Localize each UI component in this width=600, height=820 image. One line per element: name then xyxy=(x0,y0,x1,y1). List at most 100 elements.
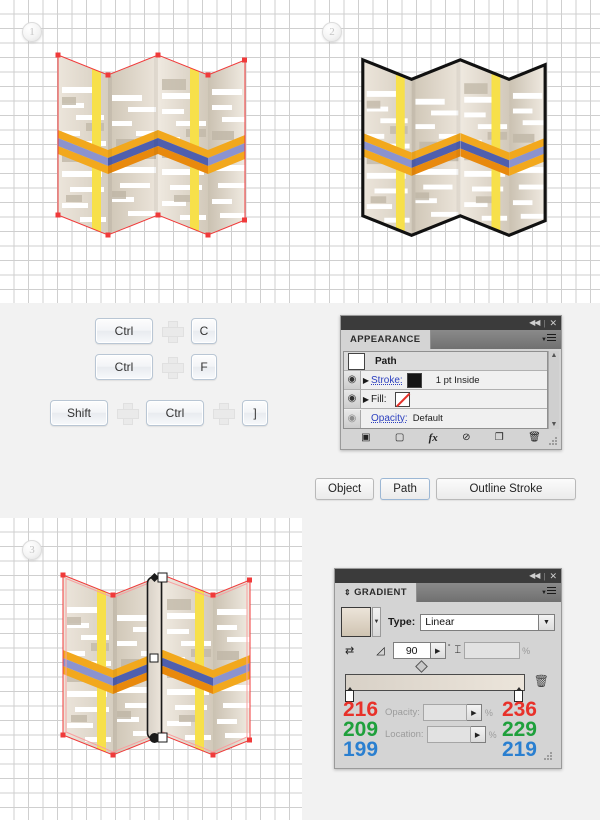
stroke-weight-value: 1 pt Inside xyxy=(435,374,480,386)
tabbar-filler: ▼ xyxy=(416,583,561,602)
object-button[interactable]: Object xyxy=(315,478,375,500)
stroke-label[interactable]: Stroke: xyxy=(371,375,403,386)
gradient-opacity-row: Opacity: ▶ % xyxy=(385,704,493,721)
gradient-ramp[interactable] xyxy=(345,674,525,691)
gradient-location-label: Location: xyxy=(385,729,424,740)
tab-appearance[interactable]: APPEARANCE xyxy=(341,330,431,349)
visibility-toggle-fill[interactable]: ◉ xyxy=(344,390,361,408)
key-ctrl[interactable]: Ctrl xyxy=(95,354,153,380)
delete-item-icon[interactable]: 🗑 xyxy=(528,433,541,443)
gradient-type-row: ▼ Type: Linear ▼ xyxy=(341,607,555,637)
resize-grip[interactable] xyxy=(549,437,558,446)
gradient-angle-input[interactable]: 90 xyxy=(392,642,431,659)
gradient-aspect-input[interactable] xyxy=(464,642,521,659)
gradient-tab-label: GRADIENT xyxy=(354,587,407,598)
gradient-type-value[interactable]: Linear xyxy=(420,613,539,631)
close-icon[interactable]: ✕ xyxy=(549,571,557,581)
path-swatch[interactable] xyxy=(348,352,365,370)
appearance-panel-body: Path ◉ ▶ Stroke: 1 pt Inside ◉ ▶ Fill: ◉… xyxy=(341,349,561,449)
gradient-opacity-stepper-icon[interactable]: ▶ xyxy=(466,704,482,721)
percent-symbol: % xyxy=(488,729,497,740)
percent-symbol: % xyxy=(522,645,531,656)
path-button[interactable]: Path xyxy=(380,478,430,500)
clear-appearance-icon[interactable]: ⊘ xyxy=(462,433,470,443)
key-ctrl[interactable]: Ctrl xyxy=(146,400,204,426)
reverse-gradient-icon[interactable]: ⇄ xyxy=(345,644,354,657)
collapse-icon[interactable]: ◀◀ xyxy=(529,319,540,327)
appearance-row-fill[interactable]: ◉ ▶ Fill: xyxy=(344,390,547,409)
add-new-stroke-icon[interactable]: ▣ xyxy=(361,433,370,443)
percent-symbol: % xyxy=(484,707,493,718)
panel-menu-icon[interactable]: ▼ xyxy=(541,334,557,345)
eye-icon: ◉ xyxy=(347,374,357,385)
appearance-row-opacity[interactable]: ◉ Opacity: Default xyxy=(344,409,547,428)
shortcut-row-bring-to-front: Shift Ctrl ] xyxy=(50,400,268,426)
gradient-location-stepper-icon[interactable]: ▶ xyxy=(470,726,486,743)
expand-arrow-icon[interactable]: ▶ xyxy=(361,376,371,385)
appearance-panel: ◀◀ | ✕ APPEARANCE ▼ Path ◉ ▶ Stroke: 1 p… xyxy=(340,315,562,450)
appearance-scrollbar[interactable]: ▲ ▼ xyxy=(548,351,559,429)
shortcut-row-paste-in-front: Ctrl F xyxy=(95,354,217,380)
gradient-angle-stepper-icon[interactable]: ▶ xyxy=(430,642,446,659)
step-badge-2: 2 xyxy=(322,22,342,42)
map-illustration-step1 xyxy=(50,45,250,250)
duplicate-item-icon[interactable]: ❐ xyxy=(495,433,504,443)
appearance-panel-tabbar: APPEARANCE ▼ xyxy=(341,330,561,349)
gradient-stop-details: Opacity: ▶ % Location: ▶ % 216 209 199 2… xyxy=(341,698,555,762)
outline-stroke-button[interactable]: Outline Stroke xyxy=(435,478,576,500)
plus-icon xyxy=(162,357,184,379)
scroll-up-icon[interactable]: ▲ xyxy=(551,352,558,359)
appearance-row-stroke[interactable]: ◉ ▶ Stroke: 1 pt Inside xyxy=(344,371,547,390)
visibility-toggle-opacity[interactable]: ◉ xyxy=(344,409,361,428)
opacity-value: Default xyxy=(412,413,443,424)
scroll-down-icon[interactable]: ▼ xyxy=(551,421,558,428)
angle-icon: ◿ xyxy=(376,645,385,657)
left-stop-red-value: 216 xyxy=(343,698,379,721)
appearance-panel-titlebar: ◀◀ | ✕ xyxy=(341,316,561,330)
fill-color-swatch[interactable] xyxy=(394,391,410,407)
right-stop-green-value: 229 xyxy=(501,718,537,741)
degree-symbol: ° xyxy=(447,643,451,651)
close-icon[interactable]: ✕ xyxy=(549,318,557,328)
opacity-label[interactable]: Opacity: xyxy=(371,413,408,424)
plus-icon xyxy=(213,403,235,425)
tab-gradient[interactable]: ⇕ GRADIENT xyxy=(335,583,417,602)
eye-icon: ◉ xyxy=(347,412,357,424)
gradient-preview-swatch[interactable] xyxy=(341,607,371,637)
right-stop-blue-value: 219 xyxy=(501,738,537,761)
gradient-slider[interactable]: 🗑 xyxy=(341,660,555,702)
key-right-bracket[interactable]: ] xyxy=(242,400,268,426)
gradient-angle-row: ⇄ ◿ 90 ▶ ° ⌶ % xyxy=(341,642,555,659)
key-shift[interactable]: Shift xyxy=(50,400,108,426)
left-stop-rgb-readout: 216 209 199 xyxy=(343,698,379,760)
panel-menu-icon[interactable]: ▼ xyxy=(541,587,557,598)
appearance-panel-footer: ▣ ▢ fx ⊘ ❐ 🗑 xyxy=(343,429,559,447)
gradient-panel: ◀◀ | ✕ ⇕ GRADIENT ▼ ▼ Type: Linear ▼ ⇄ ◿… xyxy=(334,568,562,769)
key-c[interactable]: C xyxy=(191,318,217,344)
stroke-color-swatch[interactable] xyxy=(406,372,422,388)
key-ctrl[interactable]: Ctrl xyxy=(95,318,153,344)
gradient-type-caret-icon[interactable]: ▼ xyxy=(539,613,555,631)
appearance-row-path[interactable]: Path xyxy=(344,352,547,371)
expand-arrow-icon[interactable]: ▶ xyxy=(361,395,371,404)
tabbar-filler: ▼ xyxy=(430,330,561,349)
gradient-location-input[interactable] xyxy=(426,726,471,743)
gradient-midpoint-handle[interactable] xyxy=(415,660,428,673)
aspect-ratio-icon: ⌶ xyxy=(454,644,462,656)
fill-label[interactable]: Fill: xyxy=(371,394,387,405)
appearance-path-title: Path xyxy=(375,355,397,367)
screenshot-root: 1 2 3 Ctrl C Ctrl F Shift Ctrl] ◀◀ | ✕ … xyxy=(0,0,600,820)
resize-grip[interactable] xyxy=(544,752,553,761)
add-effect-icon[interactable]: fx xyxy=(429,432,438,444)
plus-icon xyxy=(117,403,139,425)
plus-icon xyxy=(162,321,184,343)
visibility-toggle-stroke[interactable]: ◉ xyxy=(344,371,361,389)
gradient-opacity-input[interactable] xyxy=(422,704,467,721)
gradient-preset-dropdown-icon[interactable]: ▼ xyxy=(372,607,381,637)
add-new-fill-icon[interactable]: ▢ xyxy=(395,433,404,443)
delete-stop-icon[interactable]: 🗑 xyxy=(534,674,549,688)
key-f[interactable]: F xyxy=(191,354,217,380)
collapse-icon[interactable]: ◀◀ xyxy=(529,572,540,580)
titlebar-separator: | xyxy=(543,571,546,581)
left-stop-green-value: 209 xyxy=(343,718,379,741)
